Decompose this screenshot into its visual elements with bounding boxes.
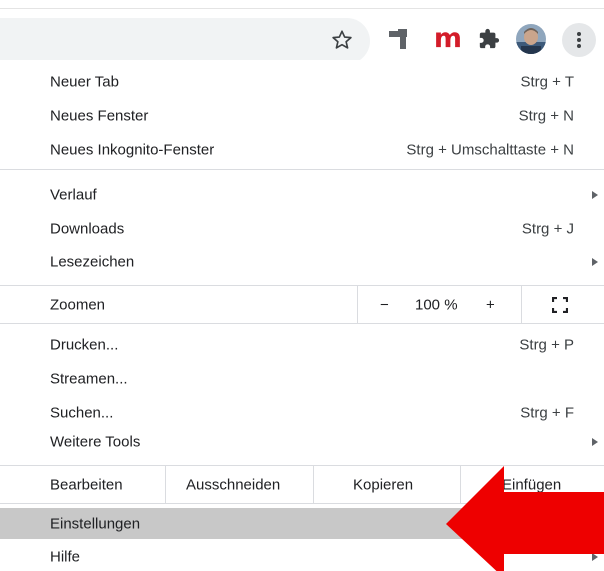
- menu-item-new-tab[interactable]: Neuer Tab Strg + T: [0, 68, 604, 96]
- menu-item-shortcut: Strg + F: [520, 404, 574, 422]
- menu-item-more-tools[interactable]: Weitere Tools: [0, 427, 604, 457]
- menu-item-shortcut: Strg + T: [520, 73, 575, 91]
- menu-separator: [0, 169, 604, 170]
- submenu-arrow-icon: [592, 258, 598, 266]
- menu-item-shortcut: Strg + P: [519, 336, 574, 354]
- fullscreen-icon[interactable]: [551, 296, 569, 313]
- edit-divider: [165, 466, 166, 503]
- zoom-in-button[interactable]: +: [486, 296, 495, 313]
- m-extension-icon[interactable]: m: [432, 24, 464, 54]
- zoom-out-button[interactable]: −: [380, 296, 389, 313]
- star-icon[interactable]: [328, 26, 356, 54]
- menu-item-history[interactable]: Verlauf: [0, 180, 604, 210]
- zoom-level: 100 %: [415, 296, 458, 313]
- puzzle-icon[interactable]: [476, 25, 502, 53]
- menu-item-label: Neuer Tab: [50, 73, 119, 91]
- menu-item-label: Hilfe: [50, 548, 81, 565]
- menu-item-label: Suchen...: [50, 404, 114, 422]
- cut-button[interactable]: Ausschneiden: [186, 476, 280, 493]
- menu-item-label: Drucken...: [50, 336, 119, 354]
- menu-zoom-row: Zoomen − 100 % +: [0, 286, 604, 323]
- copy-button[interactable]: Kopieren: [353, 476, 413, 493]
- menu-item-new-incognito-window[interactable]: Neues Inkognito-Fenster Strg + Umschaltt…: [0, 136, 604, 164]
- edit-label: Bearbeiten: [50, 476, 123, 493]
- submenu-arrow-icon: [592, 191, 598, 199]
- menu-item-shortcut: Strg + Umschalttaste + N: [406, 141, 574, 159]
- menu-item-shortcut: Strg + J: [521, 220, 574, 238]
- zoom-label: Zoomen: [50, 296, 106, 313]
- menu-item-label: Lesezeichen: [50, 253, 135, 271]
- menu-item-label: Einstellungen: [50, 515, 141, 532]
- menu-item-print[interactable]: Drucken... Strg + P: [0, 330, 604, 360]
- menu-item-find[interactable]: Suchen... Strg + F: [0, 398, 604, 428]
- toolbar-divider: [0, 8, 604, 9]
- menu-item-bookmarks[interactable]: Lesezeichen: [0, 247, 604, 277]
- menu-item-downloads[interactable]: Downloads Strg + J: [0, 214, 604, 244]
- menu-item-new-window[interactable]: Neues Fenster Strg + N: [0, 102, 604, 130]
- menu-item-label: Neues Inkognito-Fenster: [50, 141, 215, 159]
- menu-item-cast[interactable]: Streamen...: [0, 364, 604, 394]
- menu-item-label: Streamen...: [50, 370, 128, 388]
- submenu-arrow-icon: [592, 438, 598, 446]
- zoom-divider: [357, 286, 358, 323]
- zoom-divider: [521, 286, 522, 323]
- kebab-icon[interactable]: [562, 23, 596, 57]
- edit-divider: [313, 466, 314, 503]
- avatar[interactable]: [516, 24, 546, 54]
- address-bar[interactable]: [0, 18, 370, 64]
- extension-icon[interactable]: [384, 24, 414, 54]
- menu-item-label: Downloads: [50, 220, 125, 238]
- menu-item-shortcut: Strg + N: [518, 107, 574, 125]
- menu-item-label: Weitere Tools: [50, 433, 141, 451]
- red-arrow-annotation: [446, 466, 604, 571]
- menu-separator: [0, 323, 604, 324]
- menu-item-label: Neues Fenster: [50, 107, 149, 125]
- menu-item-label: Verlauf: [50, 186, 97, 204]
- browser-toolbar: m: [0, 0, 604, 64]
